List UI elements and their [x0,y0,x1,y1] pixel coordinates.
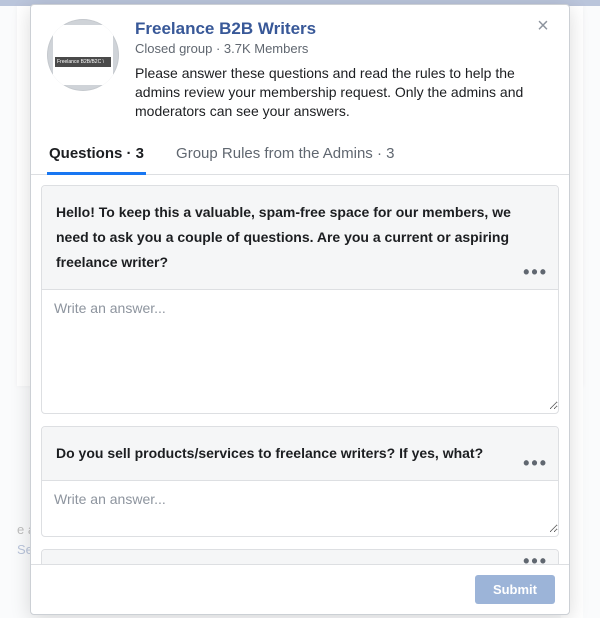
question-prompt: ••• [42,550,558,564]
question-card-2: Do you sell products/services to freelan… [41,426,559,537]
ellipsis-icon[interactable]: ••• [523,263,548,281]
tab-group-rules[interactable]: Group Rules from the Admins · 3 [174,135,396,174]
group-meta: Closed group · 3.7K Members [135,41,553,56]
membership-questions-modal: Freelance B2B/B2C \ Freelance B2B Writer… [30,4,570,615]
group-avatar[interactable]: Freelance B2B/B2C \ [47,19,119,91]
modal-tabs: Questions · 3 Group Rules from the Admin… [31,135,569,175]
answer-input-1[interactable] [42,290,558,410]
modal-header: Freelance B2B/B2C \ Freelance B2B Writer… [31,5,569,135]
modal-body: Hello! To keep this a valuable, spam-fre… [31,175,569,564]
modal-footer: Submit [31,564,569,614]
question-card-1: Hello! To keep this a valuable, spam-fre… [41,185,559,415]
close-icon[interactable]: × [533,17,553,37]
ellipsis-icon[interactable]: ••• [523,454,548,472]
questions-scroll[interactable]: Hello! To keep this a valuable, spam-fre… [41,185,565,564]
avatar-caption: Freelance B2B/B2C \ [55,57,111,67]
ellipsis-icon[interactable]: ••• [523,552,548,564]
group-title-link[interactable]: Freelance B2B Writers [135,19,553,39]
header-text: Freelance B2B Writers Closed group · 3.7… [135,19,553,121]
question-prompt: Hello! To keep this a valuable, spam-fre… [42,186,558,291]
submit-button[interactable]: Submit [475,575,555,604]
modal-overlay: Freelance B2B/B2C \ Freelance B2B Writer… [0,0,600,618]
question-prompt-text: Do you sell products/services to freelan… [56,445,483,461]
answer-input-2[interactable] [42,481,558,533]
question-prompt-text: Hello! To keep this a valuable, spam-fre… [56,204,511,270]
question-prompt: Do you sell products/services to freelan… [42,427,558,481]
group-description: Please answer these questions and read t… [135,64,553,121]
question-card-3: ••• [41,549,559,564]
tab-questions[interactable]: Questions · 3 [47,135,146,174]
